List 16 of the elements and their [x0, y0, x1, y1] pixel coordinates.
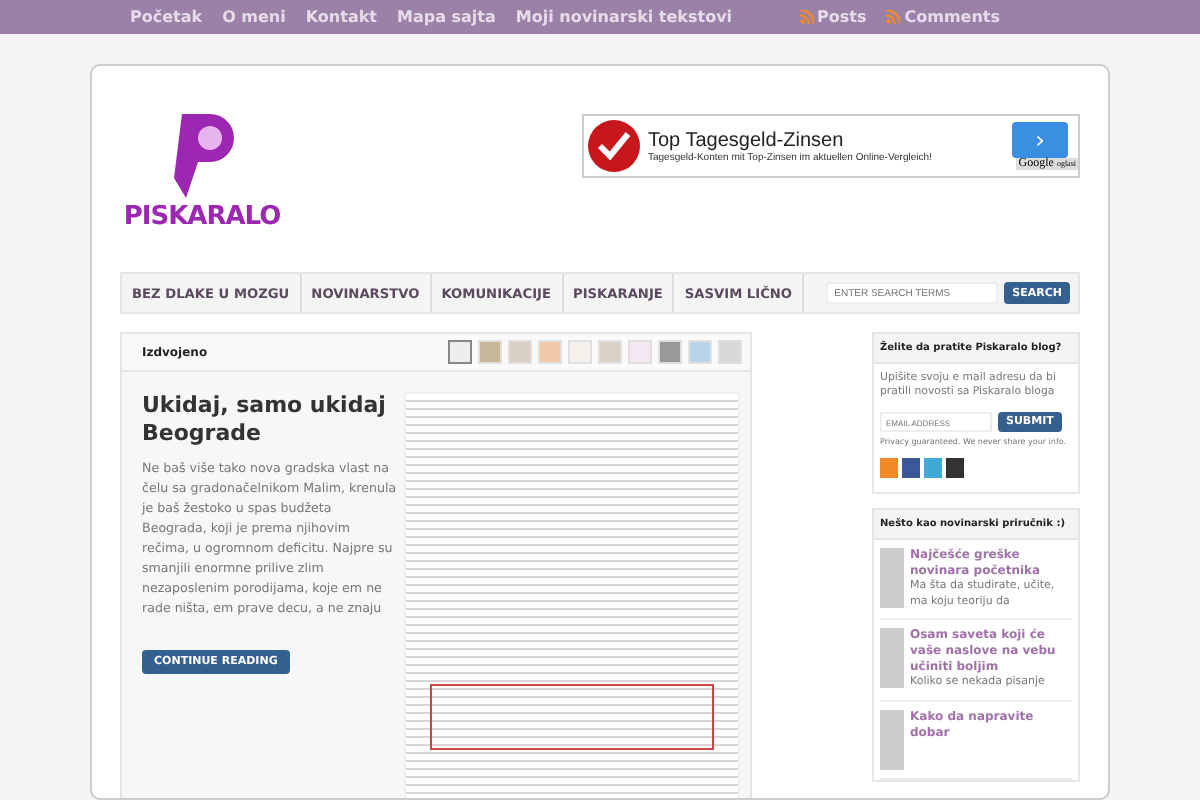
ad-title: Top Tagesgeld-Zinsen	[648, 129, 846, 151]
feed-link[interactable]: Posts	[817, 8, 867, 26]
post-thumbnail-placeholder[interactable]	[880, 628, 904, 688]
checkmark-icon	[586, 118, 642, 174]
post-thumbnail-placeholder[interactable]	[880, 709, 904, 769]
post-title[interactable]: Ukidaj, samo ukidaj Beograde	[142, 392, 398, 448]
feed-link[interactable]: Comments	[904, 8, 1000, 26]
post-thumbnail-placeholder[interactable]	[880, 548, 904, 608]
top-menu-link[interactable]: O meni	[222, 8, 286, 26]
top-menu-link[interactable]: Mapa sajta	[397, 8, 496, 26]
ad-arrow-button[interactable]: ›	[1012, 122, 1068, 158]
top-menu-link[interactable]: Moji novinarski tekstovi	[515, 8, 733, 26]
top-menu-link[interactable]: Kontakt	[305, 8, 377, 26]
thumbnail-image[interactable]	[448, 340, 472, 364]
logo-text: PISKARALO	[123, 202, 281, 232]
top-menu-link[interactable]: Početak	[130, 8, 203, 26]
